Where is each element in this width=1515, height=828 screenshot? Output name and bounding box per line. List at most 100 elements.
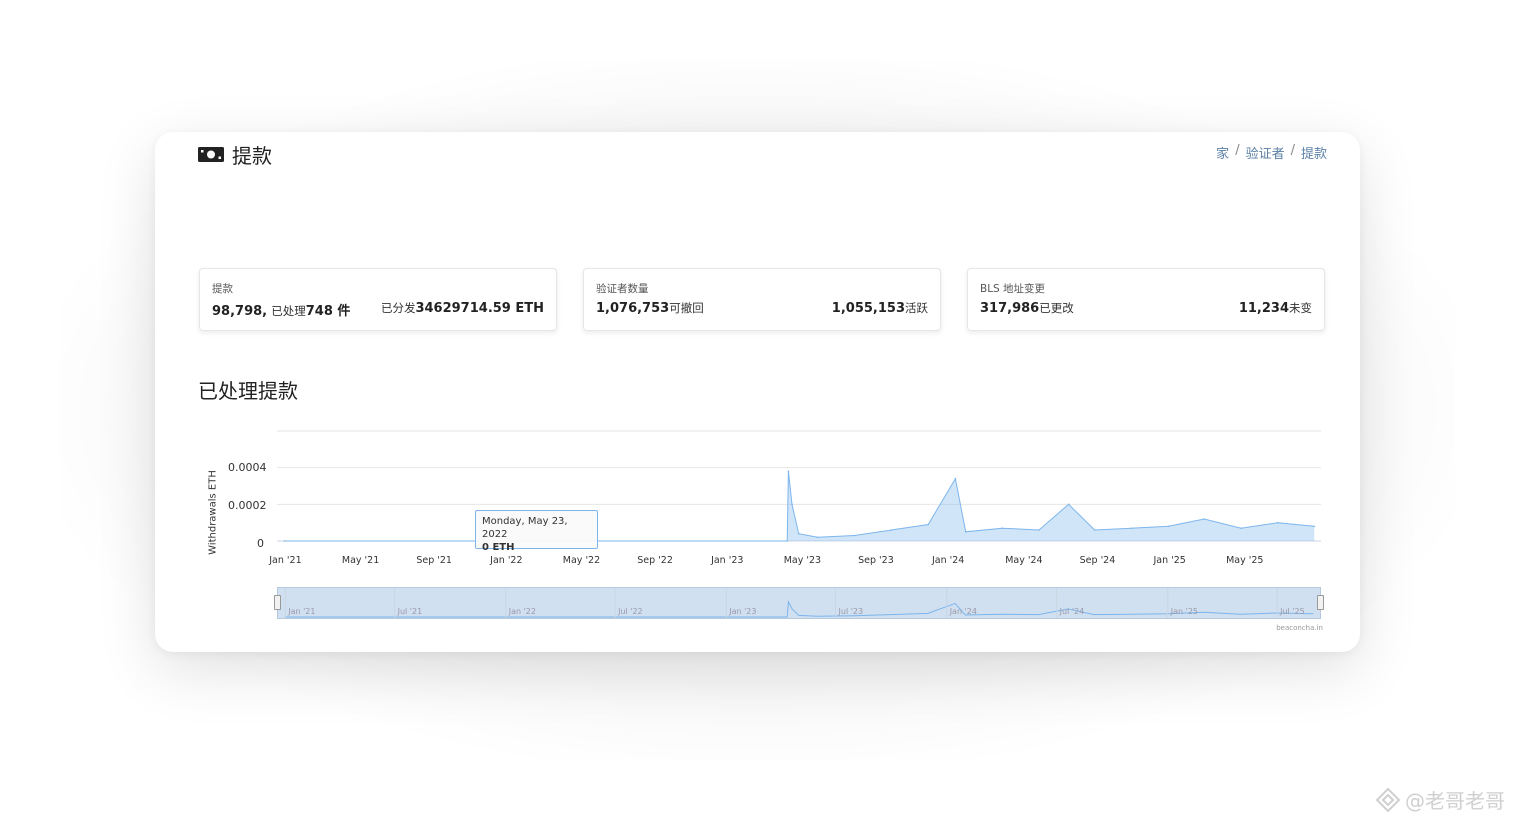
withdrawable-label: 可撤回 — [669, 301, 704, 315]
tooltip-value: 0 ETH — [482, 542, 515, 553]
series-area — [284, 471, 1315, 541]
x-tick-label: Sep '24 — [1079, 555, 1116, 566]
navigator-series — [284, 588, 1314, 618]
data-point — [786, 540, 788, 542]
withdrawable-count: 1,076,753 — [596, 301, 670, 316]
stat-label: 提款 — [212, 283, 233, 295]
x-tick-label: May '22 — [562, 555, 601, 566]
watermark-text: @老哥老哥 — [1405, 789, 1505, 813]
stat-right: 已分发34629714.59 ETH — [381, 300, 544, 316]
data-point — [890, 529, 893, 531]
data-point — [1277, 521, 1279, 524]
tooltip-date: Monday, May 23, 2022 — [482, 516, 568, 540]
bls-change-stat-card: BLS 地址变更 317,986已更改 11,234未变 — [967, 268, 1325, 331]
stat-left: 98,798, 已处理748 件 — [212, 300, 350, 319]
navigator-tick-label: Jan '24 — [949, 607, 977, 616]
navigator-tick-label: Jan '22 — [508, 607, 536, 616]
navigator-left-handle[interactable] — [274, 595, 281, 610]
breadcrumb-separator: / — [1290, 143, 1295, 158]
data-point — [797, 532, 800, 535]
x-tick-label: May '24 — [1005, 555, 1043, 566]
watermark: @老哥老哥 — [1375, 785, 1505, 814]
withdrawals-chart[interactable]: Withdrawals ETH 0.0004 0.0002 0 Jan '21 M… — [203, 427, 1324, 632]
x-tick-label: Sep '23 — [858, 555, 894, 566]
navigator-right-handle[interactable] — [1317, 595, 1324, 610]
data-point — [1001, 527, 1003, 529]
page-title: 提款 — [198, 140, 272, 169]
data-point — [816, 536, 819, 539]
navigator-tick-label: Jul '24 — [1059, 607, 1085, 616]
data-point — [1067, 503, 1070, 506]
data-point — [1313, 525, 1316, 528]
stat-right: 1,055,153活跃 — [832, 300, 928, 316]
x-tick-label: Jan '24 — [931, 555, 965, 566]
changed-count: 317,986 — [980, 301, 1040, 316]
money-icon — [198, 147, 224, 162]
breadcrumb-validators[interactable]: 验证者 — [1246, 143, 1285, 162]
unchanged-count: 11,234 — [1238, 301, 1289, 316]
breadcrumb: 家 / 验证者 / 提款 — [1216, 143, 1327, 162]
data-point — [853, 534, 856, 537]
y-tick-label: 0.0002 — [228, 499, 267, 512]
data-point — [1093, 529, 1096, 531]
stat-left: 317,986已更改 — [980, 300, 1074, 316]
data-point — [927, 523, 930, 526]
breadcrumb-separator: / — [1235, 143, 1240, 158]
data-point — [1130, 527, 1133, 529]
distributed-label: 已分发 — [380, 301, 416, 315]
unchanged-label: 未变 — [1289, 301, 1312, 315]
page-title-text: 提款 — [232, 144, 272, 168]
navigator-tick-label: Jul '21 — [397, 607, 423, 616]
processed-label: 已处理 — [271, 304, 306, 318]
data-point — [954, 477, 957, 480]
x-tick-label: Jan '25 — [1153, 555, 1186, 566]
chart-credits[interactable]: beaconcha.in — [1276, 624, 1323, 632]
x-tick-label: Jan '23 — [711, 555, 744, 566]
navigator-tick-label: Jan '21 — [288, 607, 316, 616]
validators-stat-card: 验证者数量 1,076,753可撤回 1,055,153活跃 — [583, 268, 941, 331]
distributed-amount: 34629714.59 ETH — [415, 301, 544, 316]
navigator-tick-label: Jan '25 — [1170, 607, 1199, 616]
y-axis-label: Withdrawals ETH — [207, 470, 219, 555]
x-tick-label: May '21 — [341, 555, 380, 566]
active-count: 1,055,153 — [831, 301, 905, 316]
x-tick-label: Jan '22 — [490, 555, 523, 566]
data-point — [791, 503, 793, 506]
stat-left: 1,076,753可撤回 — [596, 300, 704, 316]
breadcrumb-home[interactable]: 家 — [1216, 143, 1229, 162]
x-tick-label: May '23 — [783, 555, 822, 566]
withdrawals-stat-card: 提款 98,798, 已处理748 件 已分发34629714.59 ETH — [199, 268, 557, 331]
navigator-line — [285, 600, 1314, 618]
x-tick-label: Sep '22 — [637, 555, 673, 566]
active-label: 活跃 — [905, 301, 928, 315]
navigator-tick-label: Jul '22 — [618, 607, 643, 616]
withdrawals-panel: 提款 家 / 验证者 / 提款 提款 98,798, 已处理748 件 已分发3… — [155, 132, 1360, 652]
y-tick-label: 0 — [257, 537, 264, 550]
breadcrumb-withdrawals[interactable]: 提款 — [1301, 143, 1327, 162]
withdrawals-total: 98,798, — [212, 304, 268, 319]
x-tick-label: Sep '21 — [416, 555, 452, 566]
data-point — [964, 531, 967, 533]
x-tick-label: May '25 — [1226, 555, 1264, 566]
chart-navigator[interactable]: Jan '21 Jul '21 Jan '22 Jul '22 Jan '23 Jul '… — [274, 587, 1324, 619]
data-point — [1203, 518, 1205, 520]
navigator-tick-label: Jul '23 — [838, 607, 864, 616]
data-point — [1240, 527, 1242, 529]
processed-count: 748 件 — [305, 304, 351, 319]
y-tick-label: 0.0004 — [228, 461, 267, 474]
navigator-tick-label: Jul '25 — [1280, 607, 1305, 616]
stat-label: 验证者数量 — [596, 283, 649, 295]
x-tick-label: Jan '21 — [269, 555, 302, 566]
stat-label: BLS 地址变更 — [980, 283, 1046, 295]
diamond-logo-icon — [1375, 787, 1401, 812]
chart-plot-area[interactable] — [277, 427, 1321, 549]
data-point — [787, 470, 790, 473]
navigator-tick-label: Jan '23 — [729, 607, 757, 616]
changed-label: 已更改 — [1039, 301, 1074, 315]
chart-tooltip: Monday, May 23, 2022 0 ETH — [475, 510, 598, 553]
section-title: 已处理提款 — [198, 379, 298, 403]
data-point — [283, 540, 286, 542]
stat-right: 11,234未变 — [1239, 300, 1312, 316]
data-point — [1167, 525, 1170, 528]
data-point — [1038, 529, 1040, 531]
